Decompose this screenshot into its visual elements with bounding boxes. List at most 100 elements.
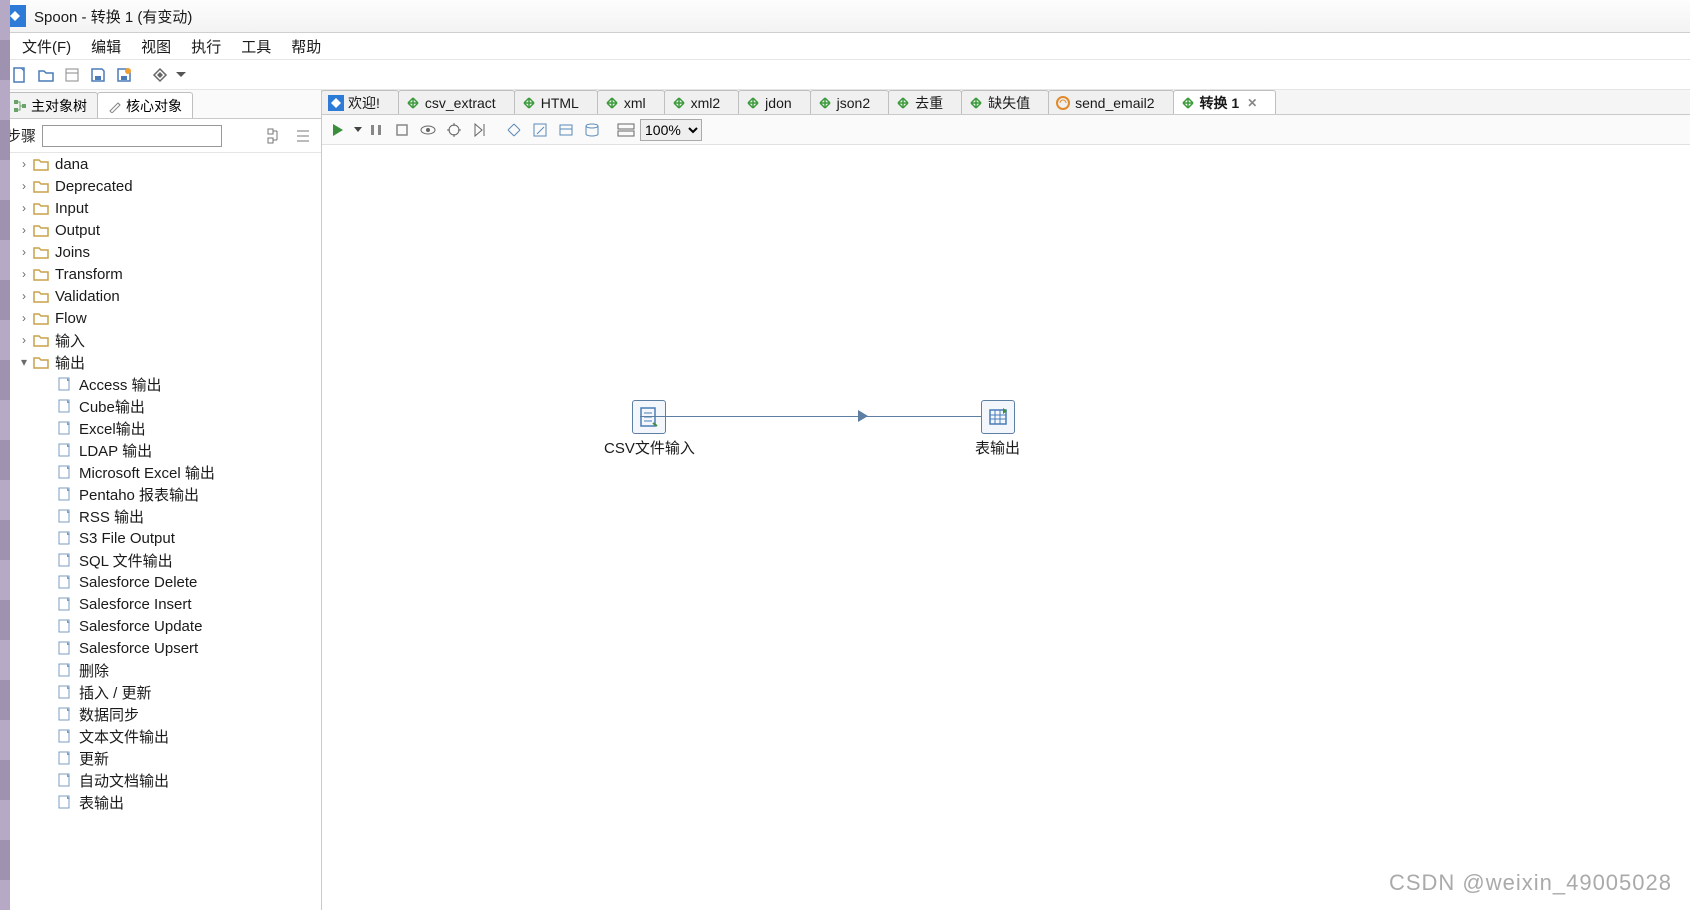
document-tab[interactable]: xml xyxy=(597,90,665,114)
document-tab[interactable]: send_email2 xyxy=(1048,90,1173,114)
debug-button[interactable] xyxy=(442,118,466,142)
preview-button[interactable] xyxy=(416,118,440,142)
folder-icon xyxy=(32,199,50,217)
impact-button[interactable] xyxy=(528,118,552,142)
folder-icon xyxy=(32,353,50,371)
transformation-canvas[interactable]: CSV文件输入 表输出 CSDN @weixin_49005028 xyxy=(322,145,1690,910)
tree-step[interactable]: 表输出 xyxy=(0,791,321,813)
tree-step[interactable]: 删除 xyxy=(0,659,321,681)
menu-view[interactable]: 视图 xyxy=(131,36,181,57)
tree-step[interactable]: S3 File Output xyxy=(0,527,321,549)
tree-step[interactable]: RSS 输出 xyxy=(0,505,321,527)
collapse-all-button[interactable] xyxy=(291,125,315,147)
tree-step[interactable]: Access 输出 xyxy=(0,373,321,395)
main-toolbar xyxy=(0,60,1690,90)
tree-step-label: 文本文件输出 xyxy=(79,726,169,747)
tree-step[interactable]: 文本文件输出 xyxy=(0,725,321,747)
zoom-select[interactable]: 100% xyxy=(640,119,702,141)
menu-help[interactable]: 帮助 xyxy=(281,36,331,57)
menu-run[interactable]: 执行 xyxy=(181,36,231,57)
folder-icon xyxy=(32,331,50,349)
tree-category[interactable]: ▾输出 xyxy=(0,351,321,373)
transformation-icon xyxy=(405,95,425,111)
tree-category-label: Deprecated xyxy=(55,178,133,195)
tree-category[interactable]: ›Input xyxy=(0,197,321,219)
chevron-right-icon: › xyxy=(16,201,32,215)
sql-button[interactable] xyxy=(554,118,578,142)
document-tab[interactable]: xml2 xyxy=(664,90,740,114)
tree-step[interactable]: Salesforce Upsert xyxy=(0,637,321,659)
tree-step[interactable]: Pentaho 报表输出 xyxy=(0,483,321,505)
tree-step[interactable]: Excel输出 xyxy=(0,417,321,439)
step-icon xyxy=(56,749,74,767)
steps-tree[interactable]: ›dana›Deprecated›Input›Output›Joins›Tran… xyxy=(0,153,321,910)
tree-step[interactable]: Microsoft Excel 输出 xyxy=(0,461,321,483)
steps-search-input[interactable] xyxy=(42,125,222,147)
close-icon[interactable]: ✕ xyxy=(1247,96,1257,110)
step-csv-file-input[interactable]: CSV文件输入 xyxy=(604,400,695,458)
run-dropdown-icon[interactable] xyxy=(354,127,362,132)
run-button[interactable] xyxy=(326,118,350,142)
tree-step-label: 更新 xyxy=(79,748,109,769)
new-file-button[interactable] xyxy=(8,63,32,87)
document-tab[interactable]: 转换 1✕ xyxy=(1173,90,1277,114)
tree-category-label: dana xyxy=(55,156,88,173)
hop-arrow-icon xyxy=(858,410,868,422)
menu-tools[interactable]: 工具 xyxy=(231,36,281,57)
csv-input-icon xyxy=(632,400,666,434)
folder-icon xyxy=(32,177,50,195)
explore-db-button[interactable] xyxy=(580,118,604,142)
tree-category[interactable]: ›Transform xyxy=(0,263,321,285)
hop-line[interactable] xyxy=(640,416,990,417)
verify-button[interactable] xyxy=(502,118,526,142)
save-as-button[interactable] xyxy=(112,63,136,87)
transformation-icon xyxy=(895,95,915,111)
perspective-button[interactable] xyxy=(148,63,172,87)
tree-category[interactable]: ›Flow xyxy=(0,307,321,329)
welcome-icon xyxy=(328,95,348,111)
tree-category[interactable]: ›输入 xyxy=(0,329,321,351)
tree-step[interactable]: Cube输出 xyxy=(0,395,321,417)
replay-button[interactable] xyxy=(468,118,492,142)
tree-step[interactable]: LDAP 输出 xyxy=(0,439,321,461)
tree-step[interactable]: Salesforce Insert xyxy=(0,593,321,615)
tree-category[interactable]: ›Deprecated xyxy=(0,175,321,197)
open-file-button[interactable] xyxy=(34,63,58,87)
document-tab[interactable]: 欢迎! xyxy=(322,90,399,114)
perspective-dropdown-icon[interactable] xyxy=(176,72,186,77)
explore-button[interactable] xyxy=(60,63,84,87)
tree-step[interactable]: SQL 文件输出 xyxy=(0,549,321,571)
pencil-icon xyxy=(108,99,122,113)
tree-step[interactable]: 数据同步 xyxy=(0,703,321,725)
expand-all-button[interactable] xyxy=(263,125,287,147)
step-icon xyxy=(56,573,74,591)
tree-step[interactable]: 更新 xyxy=(0,747,321,769)
tree-step[interactable]: 自动文档输出 xyxy=(0,769,321,791)
tree-step[interactable]: 插入 / 更新 xyxy=(0,681,321,703)
tree-step-label: 删除 xyxy=(79,660,109,681)
menu-edit[interactable]: 编辑 xyxy=(81,36,131,57)
step-table-output[interactable]: 表输出 xyxy=(975,400,1020,458)
document-tab[interactable]: json2 xyxy=(810,90,889,114)
document-tab[interactable]: 去重 xyxy=(888,90,962,114)
document-tab[interactable]: csv_extract xyxy=(398,90,515,114)
tree-step[interactable]: Salesforce Update xyxy=(0,615,321,637)
tree-category[interactable]: ›Validation xyxy=(0,285,321,307)
save-button[interactable] xyxy=(86,63,110,87)
show-results-button[interactable] xyxy=(614,118,638,142)
tree-step-label: Access 输出 xyxy=(79,374,162,395)
tab-main-object-tree[interactable]: 主对象树 xyxy=(2,92,98,118)
pause-button[interactable] xyxy=(364,118,388,142)
tree-category[interactable]: ›Output xyxy=(0,219,321,241)
tab-core-objects[interactable]: 核心对象 xyxy=(97,92,193,118)
tree-step-label: Salesforce Update xyxy=(79,618,202,635)
document-tab[interactable]: 缺失值 xyxy=(961,90,1049,114)
document-tab[interactable]: HTML xyxy=(514,90,598,114)
tree-step[interactable]: Salesforce Delete xyxy=(0,571,321,593)
menu-file[interactable]: 文件(F) xyxy=(12,36,81,57)
tree-step-label: Salesforce Upsert xyxy=(79,640,198,657)
tree-category[interactable]: ›dana xyxy=(0,153,321,175)
document-tab[interactable]: jdon xyxy=(738,90,810,114)
stop-button[interactable] xyxy=(390,118,414,142)
tree-category[interactable]: ›Joins xyxy=(0,241,321,263)
